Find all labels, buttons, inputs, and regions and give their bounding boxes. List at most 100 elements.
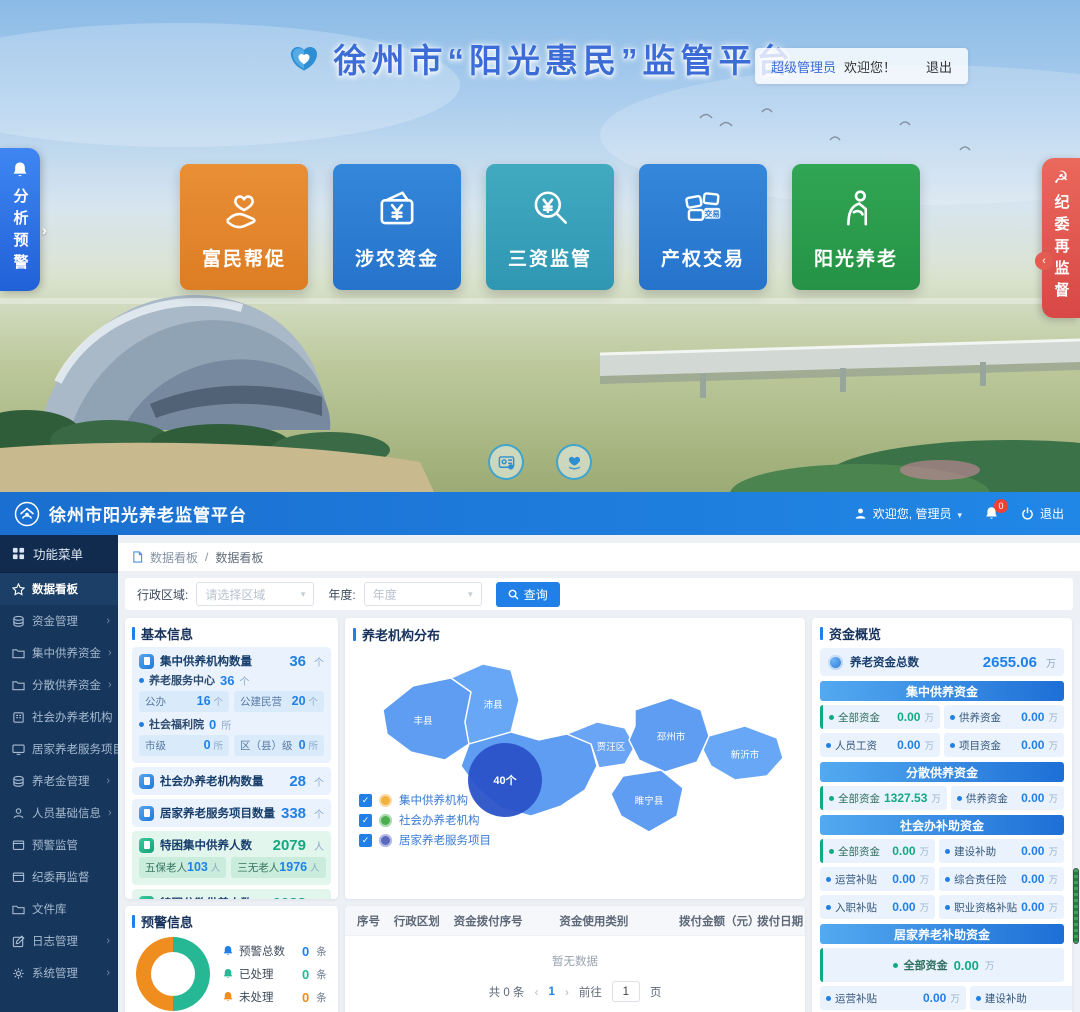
heart-hands-icon	[565, 453, 584, 472]
user-menu-label: 欢迎您, 管理员	[873, 505, 952, 522]
tile-shenong-zijin[interactable]: 涉农资金	[333, 164, 461, 290]
user-menu[interactable]: 欢迎您, 管理员	[854, 505, 962, 522]
bell-icon	[222, 991, 234, 1003]
region-select[interactable]: 请选择区域	[196, 582, 314, 606]
power-icon	[1021, 507, 1034, 520]
star-icon	[12, 583, 25, 596]
breadcrumb-root[interactable]: 数据看板	[150, 549, 198, 566]
sidebar-item-fund-mgmt[interactable]: 资金管理	[0, 605, 118, 637]
hero-logout-button[interactable]: 退出	[926, 57, 952, 76]
goto-page-input[interactable]	[612, 981, 640, 1002]
tile-yangguang-yanglao[interactable]: 阳光养老	[792, 164, 920, 290]
user-icon	[854, 507, 867, 520]
search-button[interactable]: 查询	[496, 582, 560, 607]
sidebar-item-warning-supervision[interactable]: 预警监管	[0, 829, 118, 861]
stat-wubao-elderly: 五保老人103 人	[139, 857, 226, 878]
svg-text:新沂市: 新沂市	[731, 749, 760, 761]
sidebar-item-log-mgmt[interactable]: 日志管理	[0, 925, 118, 957]
tile-label: 三资监管	[508, 244, 592, 271]
sidebar-item-decentralized-fund[interactable]: 分散供养资金	[0, 669, 118, 701]
gear-icon	[12, 967, 25, 980]
id-card-shortcut-button[interactable]	[488, 444, 524, 480]
alert-donut-chart	[136, 937, 210, 1011]
sidebar-item-discipline-supervision[interactable]: 纪委再监督	[0, 861, 118, 893]
legend-homecare-projects[interactable]: 居家养老服务项目	[359, 832, 797, 848]
doc-badge-icon	[139, 838, 154, 853]
prev-page-icon[interactable]: ‹	[534, 985, 538, 999]
blocks-trade-icon: 交易	[677, 183, 729, 235]
sidebar-item-system-mgmt[interactable]: 系统管理	[0, 957, 118, 989]
building-icon	[12, 711, 25, 724]
table-empty-state: 暂无数据	[345, 936, 805, 981]
sidebar-item-home-care-projects[interactable]: 居家养老服务项目	[0, 733, 118, 765]
fund-cell: 全部资金0.00万	[820, 705, 940, 729]
checkbox-checked-icon[interactable]	[359, 834, 372, 847]
funds-overview-card: 资金概览 养老资金总数 2655.06万 集中供养资金 全部资金0.00万 供养…	[812, 618, 1072, 1012]
user-role: 超级管理员	[771, 57, 836, 76]
discipline-supervision-label: 纪委再监督	[1051, 194, 1072, 304]
legend-social-institutions[interactable]: 社会办养老机构	[359, 812, 797, 828]
notifications-button[interactable]: 0	[984, 506, 999, 521]
sidebar-item-centralized-fund[interactable]: 集中供养资金	[0, 637, 118, 669]
total-pension-funds: 养老资金总数 2655.06万	[820, 648, 1064, 676]
stat-county-level: 区（县）级0 所	[234, 735, 324, 756]
sidebar-item-personnel-info[interactable]: 人员基础信息	[0, 797, 118, 829]
map-title: 养老机构分布	[353, 625, 797, 644]
search-icon	[508, 589, 519, 600]
grid-icon	[12, 547, 25, 560]
dashboard-title: 徐州市阳光养老监管平台	[49, 501, 247, 526]
sidebar-item-pension-mgmt[interactable]: 养老金管理	[0, 765, 118, 797]
next-page-icon[interactable]: ›	[565, 985, 569, 999]
dashboard: 徐州市阳光养老监管平台 欢迎您, 管理员 0 退	[0, 492, 1080, 1012]
year-select[interactable]: 年度	[364, 582, 482, 606]
analysis-warning-tab[interactable]: 分析预警	[0, 148, 40, 291]
breadcrumb: 数据看板 / 数据看板	[118, 543, 1080, 571]
bell-icon	[222, 968, 234, 980]
chevron-right-icon	[106, 967, 110, 979]
funds-title: 资金概览	[820, 624, 1064, 643]
chevron-right-icon	[106, 615, 110, 627]
payment-table-card: 序号 行政区划 资金拨付序号 资金使用类别 拨付金额（元） 拨付日期 暂无数据 …	[345, 906, 805, 1012]
doc-badge-icon	[139, 896, 154, 900]
tile-chanquan-jiaoyi[interactable]: 交易 产权交易	[639, 164, 767, 290]
checkbox-checked-icon[interactable]	[359, 814, 372, 827]
alert-info-card: 预警信息 预警总数0条 已处理0条	[125, 906, 338, 1012]
monitor-icon	[12, 743, 25, 756]
tile-fumin-bangcu[interactable]: 富民帮促	[180, 164, 308, 290]
alert-unhandled-row: 未处理0条	[222, 989, 327, 1005]
logout-label: 退出	[1040, 505, 1064, 522]
checkbox-checked-icon[interactable]	[359, 794, 372, 807]
fund-cell: 全部资金1327.53万	[820, 786, 947, 810]
care-shortcut-button[interactable]	[556, 444, 592, 480]
fund-cell: 职业资格补贴0.00万	[939, 895, 1064, 919]
svg-text:沛县: 沛县	[483, 699, 502, 711]
scrollbar-thumb[interactable]	[1073, 868, 1079, 944]
welcome-text: 欢迎您！	[844, 57, 896, 76]
section-decentralized-funds: 分散供养资金	[820, 762, 1064, 782]
folder-icon	[12, 903, 25, 916]
sidebar-item-file-library[interactable]: 文件库	[0, 893, 118, 925]
platform-house-logo-icon	[14, 501, 40, 527]
expand-arrow-icon[interactable]	[42, 222, 47, 238]
legend-centralized-institutions[interactable]: 集中供养机构	[359, 792, 797, 808]
discipline-supervision-tab[interactable]: ☭ 纪委再监督	[1042, 158, 1080, 318]
stat-public-private: 公建民营20 个	[234, 691, 324, 712]
module-tiles: 富民帮促 涉农资金 三资监管 交易	[180, 164, 920, 290]
sidebar-item-data-board[interactable]: 数据看板	[0, 573, 118, 605]
edit-icon	[12, 935, 25, 948]
logout-button[interactable]: 退出	[1021, 505, 1064, 522]
svg-text:贾汪区: 贾汪区	[597, 741, 626, 753]
green-marker-icon	[379, 814, 392, 827]
main-content: 数据看板 / 数据看板 行政区域: 请选择区域 年度: 年度 查询 基本信息	[118, 535, 1080, 1012]
tile-sanzi-jianguan[interactable]: 三资监管	[486, 164, 614, 290]
sidebar-item-social-institutions[interactable]: 社会办养老机构	[0, 701, 118, 733]
collapse-arrow-icon[interactable]	[1035, 252, 1053, 270]
stat-homecare-projects: 居家养老服务项目数量 338个	[132, 799, 331, 827]
page-number-button[interactable]: 1	[548, 986, 554, 998]
pagination-total: 共 0 条	[489, 984, 525, 1000]
coins-icon	[12, 615, 25, 628]
hero-title: 徐州市“阳光惠民”监管平台	[334, 34, 795, 82]
platform-logo-icon	[286, 40, 322, 76]
fund-cell: 供养资金0.00万	[951, 786, 1064, 810]
alert-total-row: 预警总数0条	[222, 943, 327, 959]
